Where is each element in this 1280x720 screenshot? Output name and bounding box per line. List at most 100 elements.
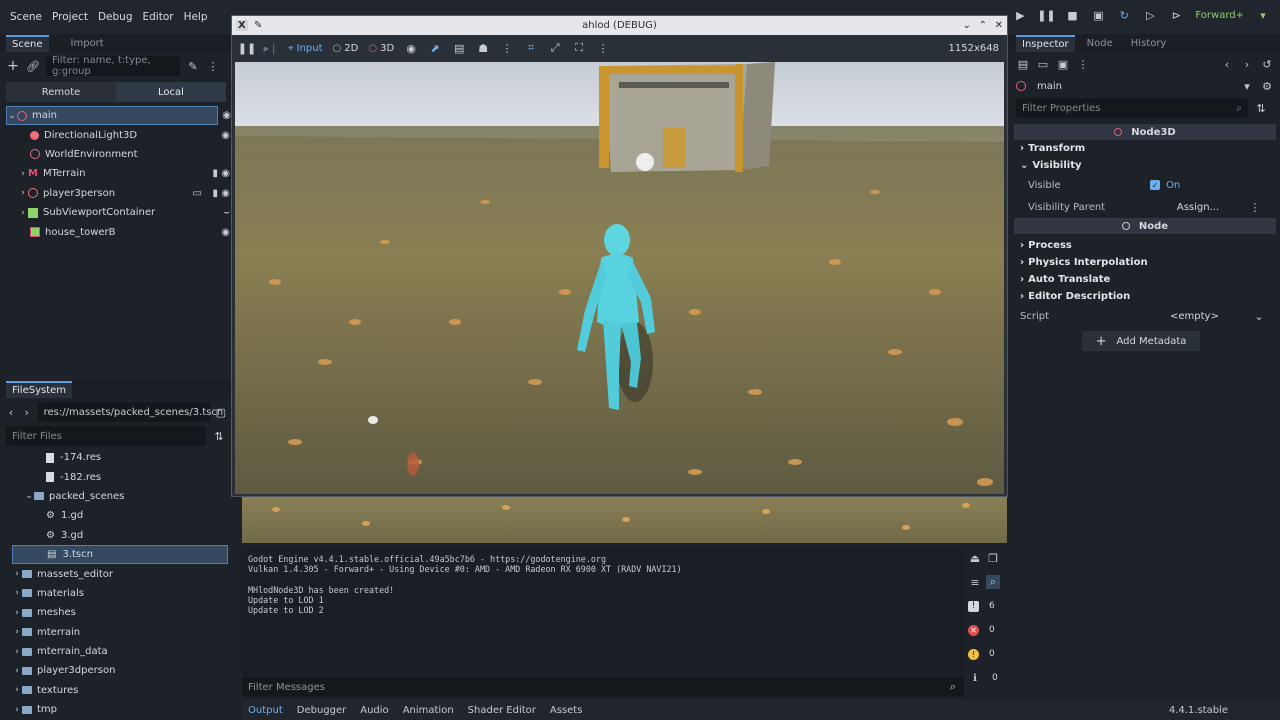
section-physics-interpolation[interactable]: › Physics Interpolation bbox=[1010, 254, 1280, 271]
file-tree-item[interactable]: › mterrain bbox=[12, 623, 232, 642]
error-count-toggle[interactable]: ✕ 0 bbox=[964, 620, 1007, 640]
play-scene-icon[interactable]: ▷ bbox=[1143, 8, 1157, 22]
file-tree-item[interactable]: ⚙ 3.gd bbox=[12, 526, 232, 545]
minimize-icon[interactable]: ⌄ bbox=[963, 20, 971, 31]
file-tree-item[interactable]: › meshes bbox=[12, 603, 232, 622]
stop-icon[interactable]: ■ bbox=[1065, 8, 1079, 22]
chevron-down-icon[interactable]: ⌄ bbox=[7, 109, 17, 123]
reload-icon[interactable]: ↻ bbox=[1117, 8, 1131, 22]
game-window-titlebar[interactable]: X ✎ ahlod (DEBUG) ⌄ ⌃ ✕ bbox=[232, 16, 1007, 35]
script-icon[interactable]: ✎ bbox=[186, 59, 200, 73]
chevron-right-icon[interactable]: › bbox=[12, 683, 22, 697]
tab-shader-editor[interactable]: Shader Editor bbox=[468, 705, 536, 716]
chevron-right-icon[interactable]: › bbox=[18, 186, 28, 200]
copy-icon[interactable]: ❐ bbox=[986, 551, 1000, 565]
hidden-eye-icon[interactable]: ⌣ bbox=[223, 207, 230, 218]
chevron-right-icon[interactable]: › bbox=[12, 664, 22, 678]
eye-icon[interactable]: ◉ bbox=[221, 188, 230, 199]
search-icon[interactable]: ⌕ bbox=[986, 575, 1000, 589]
chevron-right-icon[interactable]: › bbox=[12, 586, 22, 600]
tab-node[interactable]: Node bbox=[1081, 36, 1119, 51]
menu-scene[interactable]: Scene bbox=[10, 11, 42, 23]
tree-node-worldenvironment[interactable]: WorldEnvironment bbox=[6, 145, 232, 164]
eye-icon[interactable]: ◉ bbox=[221, 227, 230, 238]
menu-project[interactable]: Project bbox=[52, 11, 88, 23]
tab-animation[interactable]: Animation bbox=[403, 705, 454, 716]
file-tree-item[interactable]: ⌄ packed_scenes bbox=[12, 487, 232, 506]
local-button[interactable]: Local bbox=[116, 82, 226, 102]
new-resource-icon[interactable]: ▤ bbox=[1016, 57, 1030, 71]
fullscreen-icon[interactable]: ⛶ bbox=[572, 41, 586, 55]
select-icon[interactable]: ⬈ bbox=[428, 41, 442, 55]
tree-node-mterrain[interactable]: › M MTerrain ▮ ◉ bbox=[6, 164, 232, 183]
editor-viewport-strip[interactable] bbox=[242, 495, 1007, 543]
close-icon[interactable]: ✕ bbox=[995, 20, 1003, 31]
tab-import[interactable]: Import bbox=[65, 36, 110, 51]
chevron-down-icon[interactable]: ▾ bbox=[1256, 8, 1270, 22]
menu-debug[interactable]: Debug bbox=[98, 11, 133, 23]
file-tree-item[interactable]: ⚙ 1.gd bbox=[12, 506, 232, 525]
eye-icon[interactable]: ◉ bbox=[221, 168, 230, 179]
mode-3d-toggle[interactable]: ○ 3D bbox=[368, 43, 394, 54]
tab-scene[interactable]: Scene bbox=[6, 34, 49, 52]
chevron-right-icon[interactable]: › bbox=[12, 625, 22, 639]
menu-help[interactable]: Help bbox=[184, 11, 208, 23]
game-viewport[interactable] bbox=[235, 62, 1004, 494]
message-count-toggle[interactable]: ! 6 bbox=[964, 596, 1007, 616]
tree-node-house-towerb[interactable]: house_towerB ◉ bbox=[6, 222, 232, 241]
chevron-down-icon[interactable]: ⌄ bbox=[1252, 309, 1266, 323]
section-visibility[interactable]: ⌄ Visibility bbox=[1010, 157, 1280, 174]
chevron-right-icon[interactable]: › bbox=[18, 167, 28, 181]
chevron-right-icon[interactable]: › bbox=[12, 645, 22, 659]
play-icon[interactable]: ▶ bbox=[1013, 8, 1027, 22]
menu-editor[interactable]: Editor bbox=[142, 11, 173, 23]
tab-audio[interactable]: Audio bbox=[360, 705, 388, 716]
clear-icon[interactable]: ≡ bbox=[968, 575, 982, 589]
file-tree-item[interactable]: › textures bbox=[12, 681, 232, 700]
output-log[interactable]: Godot Engine v4.4.1.stable.official.49a5… bbox=[242, 548, 964, 676]
play-custom-icon[interactable]: ⊳ bbox=[1169, 8, 1183, 22]
chevron-right-icon[interactable]: › bbox=[12, 567, 22, 581]
renderer-select[interactable]: Forward+ bbox=[1195, 10, 1244, 21]
section-transform[interactable]: › Transform bbox=[1010, 140, 1280, 157]
chevron-down-icon[interactable]: ⌄ bbox=[24, 489, 34, 503]
filter-files-input[interactable]: Filter Files bbox=[6, 426, 207, 446]
link-icon[interactable]: 🔗︎ bbox=[26, 59, 40, 73]
tab-assets[interactable]: Assets bbox=[550, 705, 583, 716]
tree-node-directionallight3d[interactable]: DirectionalLight3D ◉ bbox=[6, 125, 232, 144]
chevron-right-icon[interactable]: › bbox=[12, 606, 22, 620]
focus-icon[interactable]: ⌗ bbox=[524, 41, 538, 55]
file-tree-item[interactable]: -182.res bbox=[12, 467, 232, 486]
file-tree-item[interactable]: -174.res bbox=[12, 448, 232, 467]
tree-node-subviewportcontainer[interactable]: › SubViewportContainer ⌣ bbox=[6, 203, 232, 222]
section-auto-translate[interactable]: › Auto Translate bbox=[1010, 271, 1280, 288]
split-view-icon[interactable]: ▢ bbox=[216, 405, 226, 419]
path-field[interactable]: res://massets/packed_scenes/3.tscn bbox=[37, 402, 223, 422]
input-toggle[interactable]: ⌖ Input bbox=[288, 43, 323, 54]
script-icon[interactable]: ▮ bbox=[212, 168, 218, 179]
more-icon[interactable]: ⋮ bbox=[596, 41, 610, 55]
pause-icon[interactable]: ❚❚ bbox=[238, 41, 256, 55]
tab-output[interactable]: Output bbox=[248, 705, 283, 716]
remote-debug-icon[interactable]: ▣ bbox=[1091, 8, 1105, 22]
file-tree-item[interactable]: › player3dperson bbox=[12, 661, 232, 680]
list-select-icon[interactable]: ▤ bbox=[452, 41, 466, 55]
file-tree-item[interactable]: › mterrain_data bbox=[12, 642, 232, 661]
section-editor-description[interactable]: › Editor Description bbox=[1010, 288, 1280, 305]
maximize-icon[interactable]: ⌃ bbox=[979, 20, 987, 31]
forward-icon[interactable]: › bbox=[22, 405, 32, 419]
remote-button[interactable]: Remote bbox=[6, 82, 116, 102]
file-tree-item[interactable]: › materials bbox=[12, 584, 232, 603]
script-icon[interactable]: ▮ bbox=[212, 188, 218, 199]
object-selector[interactable]: main ▾ ⚙ bbox=[1010, 76, 1280, 96]
script-value[interactable]: <empty> bbox=[1170, 311, 1252, 322]
mode-2d-toggle[interactable]: ○ 2D bbox=[333, 43, 359, 54]
more-icon[interactable]: ⋮ bbox=[206, 59, 220, 73]
camera-override-icon[interactable]: ☗ bbox=[476, 41, 490, 55]
file-tree-item[interactable]: › tmp bbox=[12, 700, 232, 719]
pause-icon[interactable]: ❚❚ bbox=[1037, 8, 1055, 22]
tab-history[interactable]: History bbox=[1125, 36, 1173, 51]
next-frame-icon[interactable]: ▸❘ bbox=[264, 41, 279, 55]
save-icon[interactable]: ▣ bbox=[1056, 57, 1070, 71]
warning-count-toggle[interactable]: ! 0 bbox=[964, 644, 1007, 664]
